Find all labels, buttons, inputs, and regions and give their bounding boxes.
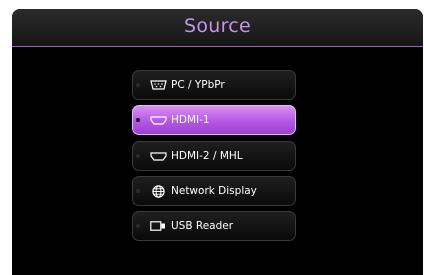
source-item-pc-ypbpr[interactable]: PC / YPbPr xyxy=(132,70,296,100)
selection-dot xyxy=(136,118,140,122)
vga-port-icon xyxy=(149,79,167,91)
hdmi-port-icon xyxy=(149,114,167,126)
source-item-label: PC / YPbPr xyxy=(171,79,225,91)
source-item-label: HDMI-1 xyxy=(171,114,210,126)
selection-dot xyxy=(136,83,140,87)
source-menu-panel: Source PC / YPbPr HDMI-1 HDMI-2 / MHL Ne… xyxy=(12,9,423,275)
title-bar: Source xyxy=(12,9,423,47)
source-item-hdmi-2-mhl[interactable]: HDMI-2 / MHL xyxy=(132,141,296,171)
source-item-usb-reader[interactable]: USB Reader xyxy=(132,211,296,241)
selection-dot xyxy=(136,154,140,158)
source-item-label: Network Display xyxy=(171,185,257,197)
hdmi-port-icon xyxy=(149,150,167,162)
selection-dot xyxy=(136,189,140,193)
usb-reader-icon xyxy=(149,220,167,232)
source-item-hdmi-1[interactable]: HDMI-1 xyxy=(132,105,296,135)
source-item-network-display[interactable]: Network Display xyxy=(132,176,296,206)
source-item-label: USB Reader xyxy=(171,220,234,232)
source-item-label: HDMI-2 / MHL xyxy=(171,150,243,162)
selection-dot xyxy=(136,224,140,228)
menu-title: Source xyxy=(183,15,252,37)
globe-icon xyxy=(149,184,167,198)
